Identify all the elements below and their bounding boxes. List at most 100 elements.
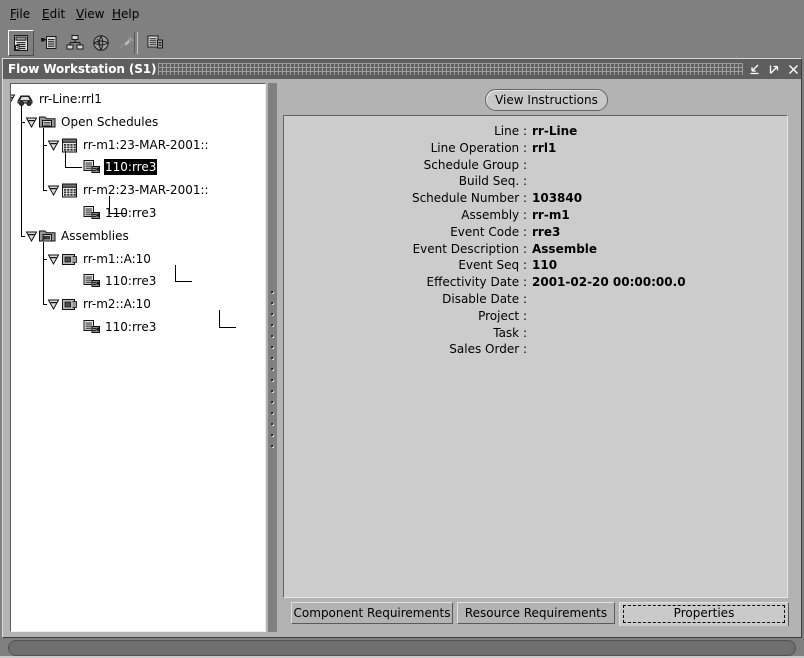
property-label: Event Code : (450, 224, 527, 239)
property-row: Event Seq : 110 (284, 258, 789, 275)
minimize-button[interactable] (747, 62, 762, 77)
menu-item-label: iew (83, 7, 105, 21)
tree-connector (43, 145, 47, 146)
menu-item-help[interactable]: Help (108, 6, 143, 22)
navigation-tree-panel[interactable]: rr-Line:rrl1 Open Schedules rr-m1:23-MAR-2… (10, 83, 266, 632)
tree-connector (175, 265, 176, 281)
property-label: Line : (494, 124, 527, 138)
divider-grip (271, 390, 273, 392)
operation-icon (82, 318, 102, 336)
menu-item-label: dit (49, 7, 66, 21)
property-row: Task : (284, 326, 789, 343)
menu-item-edit[interactable]: Edit (38, 6, 69, 22)
property-label: Assembly : (461, 208, 527, 222)
organize-icon (65, 33, 85, 53)
tree-collapse-handle[interactable] (25, 116, 38, 129)
property-row: Disable Date : (284, 292, 789, 309)
divider-grip (271, 346, 273, 348)
view-instructions-button[interactable]: View Instructions (485, 89, 608, 111)
tab-resource-requirements[interactable]: Resource Requirements (457, 602, 615, 624)
tab-properties[interactable]: Properties (619, 602, 789, 626)
property-label: Build Seq. : (458, 174, 527, 189)
property-value: Assemble (532, 241, 598, 256)
globe-icon (91, 33, 111, 53)
property-row: Sales Order : (284, 342, 789, 359)
tab-label: Component Requirements (293, 606, 451, 620)
property-row: Effectivity Date : 2001-02-20 00:00:00.0 (284, 275, 789, 292)
properties-content: Line : rr-Line Line Operation : rrl1 Schedul… (283, 115, 788, 598)
property-row: Event Description : Assemble (284, 242, 789, 259)
menu-item-file[interactable]: File (6, 6, 34, 22)
property-label: Schedule Number : (411, 191, 527, 206)
tree-node-label: 110:rre3 (105, 320, 157, 334)
tree-collapse-handle[interactable] (47, 298, 60, 311)
tree-connector (109, 213, 126, 214)
navigation-tree: rr-Line:rrl1 Open Schedules rr-m1:23-MAR-2… (11, 84, 265, 631)
property-label: Line Operation : (430, 140, 527, 155)
property-label: Schedule Group : (423, 157, 527, 172)
folder-icon (38, 113, 58, 131)
tree-collapse-handle[interactable] (47, 253, 60, 266)
toolbar-find-record-button[interactable] (36, 30, 62, 56)
toolbar-globe-button[interactable] (88, 30, 114, 56)
divider-grip (271, 291, 273, 293)
tree-node-label: rr-m2::A:10 (83, 297, 151, 311)
divider-grip (271, 401, 273, 403)
tree-connector (21, 105, 22, 236)
toolbar (0, 28, 804, 58)
toolbar-new-record-button[interactable] (8, 30, 34, 56)
split-pane-divider[interactable] (268, 83, 277, 632)
tree-node-label: rr-m1::A:10 (83, 252, 151, 266)
tab-label: Resource Requirements (464, 606, 608, 620)
toolbar-organize-button[interactable] (62, 30, 88, 56)
menu-mnemonic: H (112, 7, 122, 21)
divider-grip (271, 423, 273, 425)
frame-title-bar: Flow Workstation (S1) (3, 59, 801, 79)
property-label: Project : (478, 308, 527, 323)
tree-connector (43, 190, 47, 191)
property-label: Event Description : (412, 241, 527, 256)
divider-grip (271, 335, 273, 337)
property-value: rr-Line (532, 124, 578, 138)
divider-grip (271, 412, 273, 414)
property-row: Line : rr-Line (284, 124, 789, 141)
tree-node-label: 110:rre3 (105, 274, 157, 288)
operation-icon (82, 204, 102, 222)
close-button[interactable] (786, 62, 801, 77)
property-label: Sales Order : (449, 342, 527, 357)
assembly-icon (60, 295, 80, 313)
frame-body: rr-Line:rrl1 Open Schedules rr-m1:23-MAR-2… (6, 80, 798, 635)
tree-collapse-handle[interactable] (47, 184, 60, 197)
menu-mnemonic: V (76, 7, 84, 21)
assembly-icon (60, 250, 80, 268)
property-row: Build Seq. : (284, 174, 789, 191)
tree-node-label: Assemblies (61, 229, 129, 243)
property-row: Assembly : rr-m1 (284, 208, 789, 225)
tree-collapse-handle[interactable] (47, 139, 60, 152)
frame-title: Flow Workstation (S1) (8, 62, 157, 76)
property-row: Event Code : rre3 (284, 225, 789, 242)
view-instructions-label: View Instructions (495, 93, 598, 107)
property-value: 103840 (532, 191, 583, 206)
divider-grip (271, 434, 273, 436)
property-label: Disable Date : (442, 292, 527, 306)
tree-connector (43, 128, 44, 190)
property-value: rre3 (532, 224, 561, 239)
property-value: 2001-02-20 00:00:00.0 (532, 275, 686, 290)
tree-connector (175, 281, 192, 282)
assembly-folder-icon (38, 227, 58, 245)
tree-collapse-handle[interactable] (11, 93, 16, 106)
tree-connector (109, 196, 110, 213)
title-bar-hatch (158, 63, 743, 75)
find-record-icon (39, 33, 59, 53)
tree-node-label: Open Schedules (61, 115, 159, 129)
internal-frame: Flow Workstation (S1) rr-Line:rrl1 Open … (2, 58, 802, 638)
tab-component-requirements[interactable]: Component Requirements (291, 602, 453, 624)
toolbar-print-button[interactable] (142, 30, 168, 56)
maximize-button[interactable] (767, 62, 782, 77)
divider-grip (271, 357, 273, 359)
property-label: Event Seq : (458, 258, 527, 273)
menu-item-view[interactable]: View (72, 6, 108, 22)
tab-strip: Component Requirements Resource Requireme… (283, 602, 793, 626)
tree-collapse-handle[interactable] (25, 230, 38, 243)
